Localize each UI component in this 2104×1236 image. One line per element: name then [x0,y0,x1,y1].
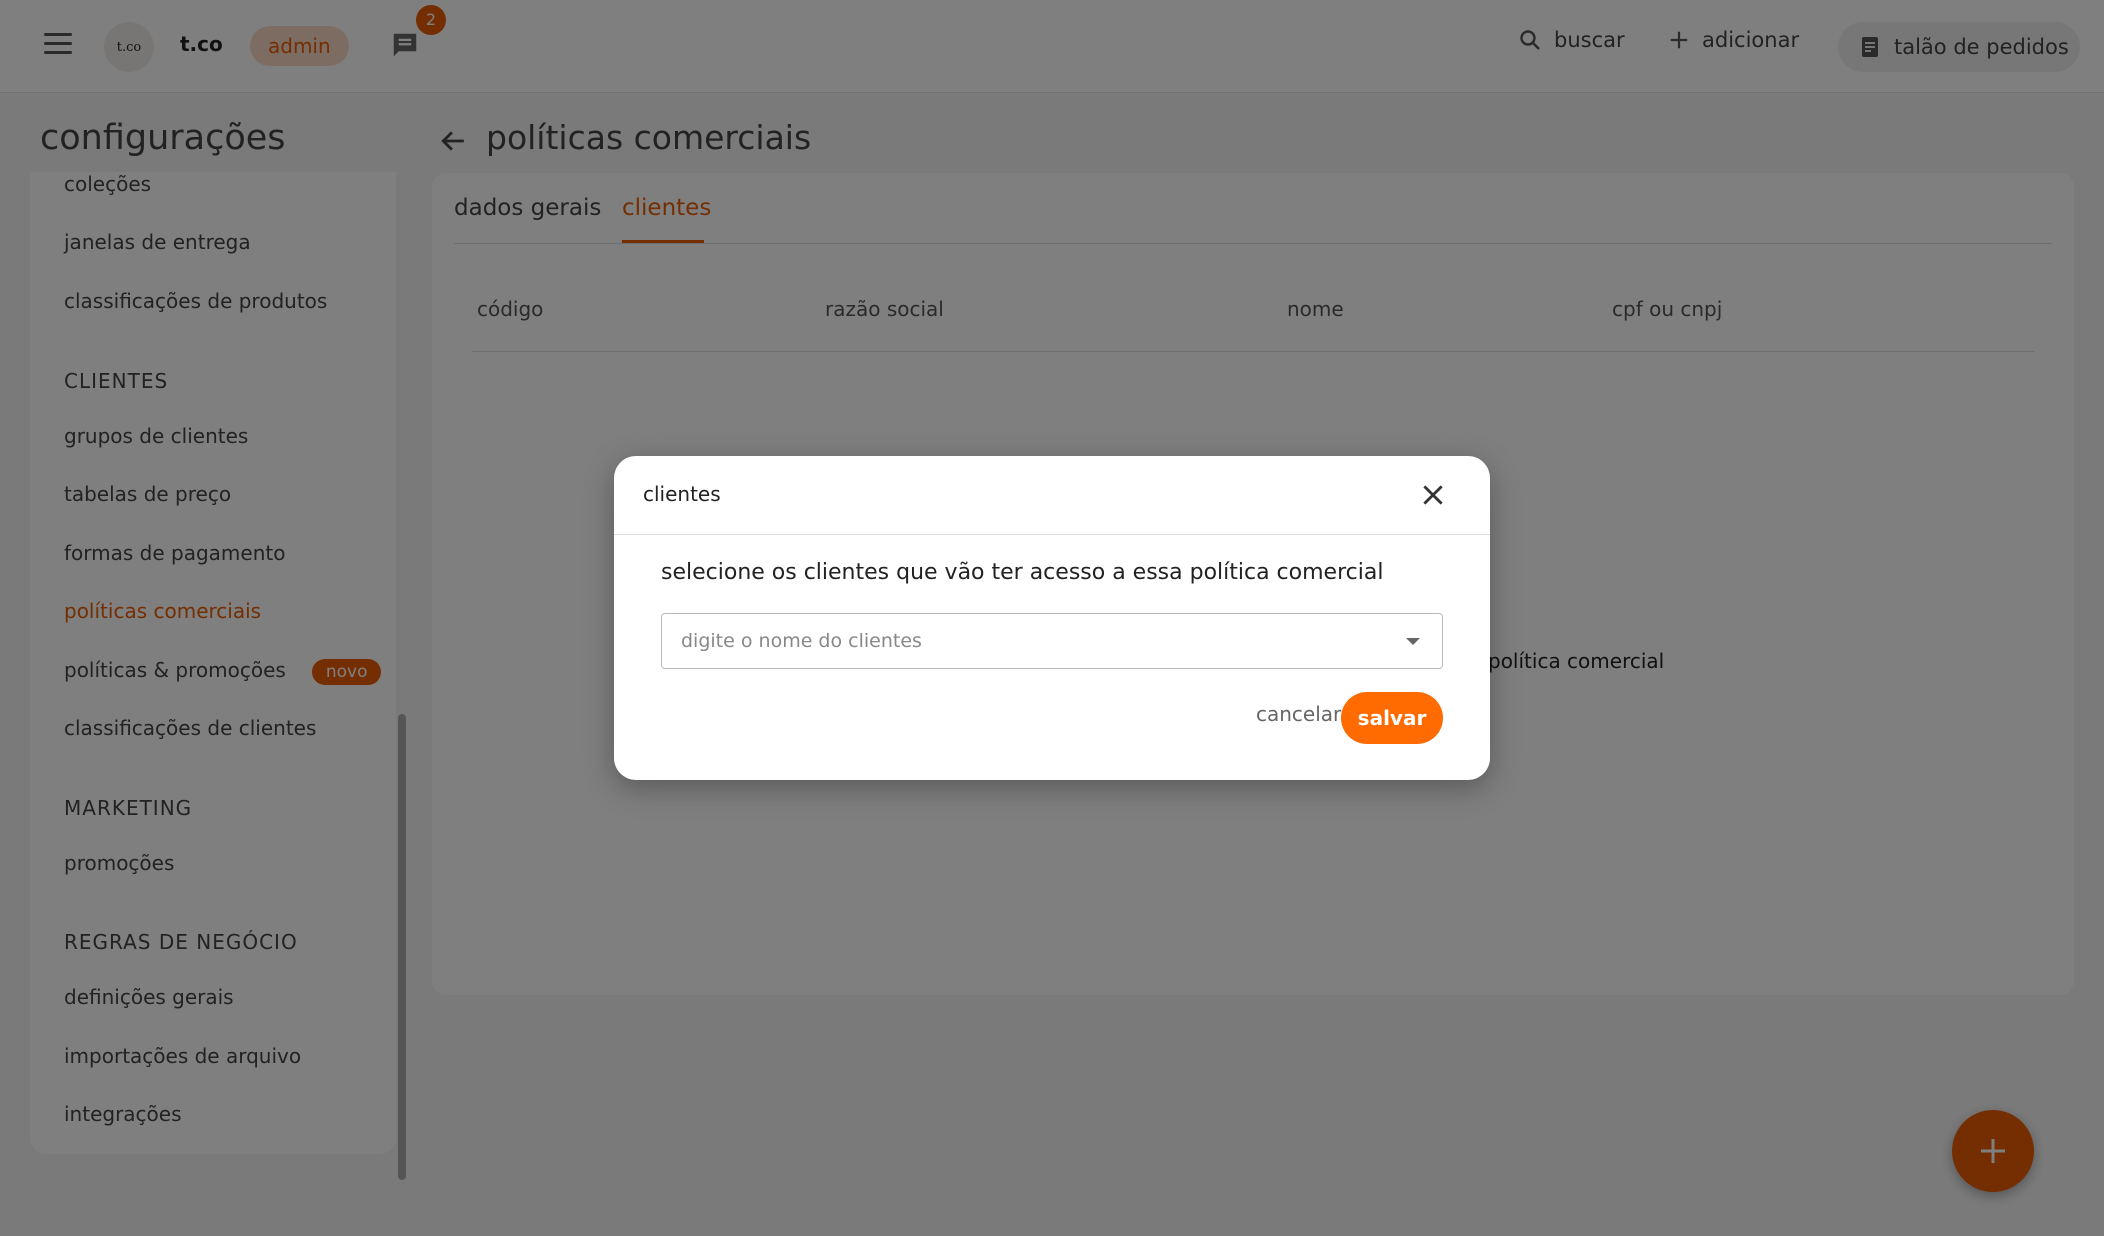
clientes-dialog: clientes selecione os clientes que vão t… [614,456,1490,780]
chevron-down-icon[interactable] [1406,638,1420,645]
close-icon[interactable] [1420,482,1446,508]
save-button[interactable]: salvar [1341,692,1443,744]
dialog-title: clientes [643,482,721,506]
dialog-instruction: selecione os clientes que vão ter acesso… [661,560,1384,585]
dialog-divider [614,534,1490,535]
client-select-input[interactable] [661,613,1443,669]
